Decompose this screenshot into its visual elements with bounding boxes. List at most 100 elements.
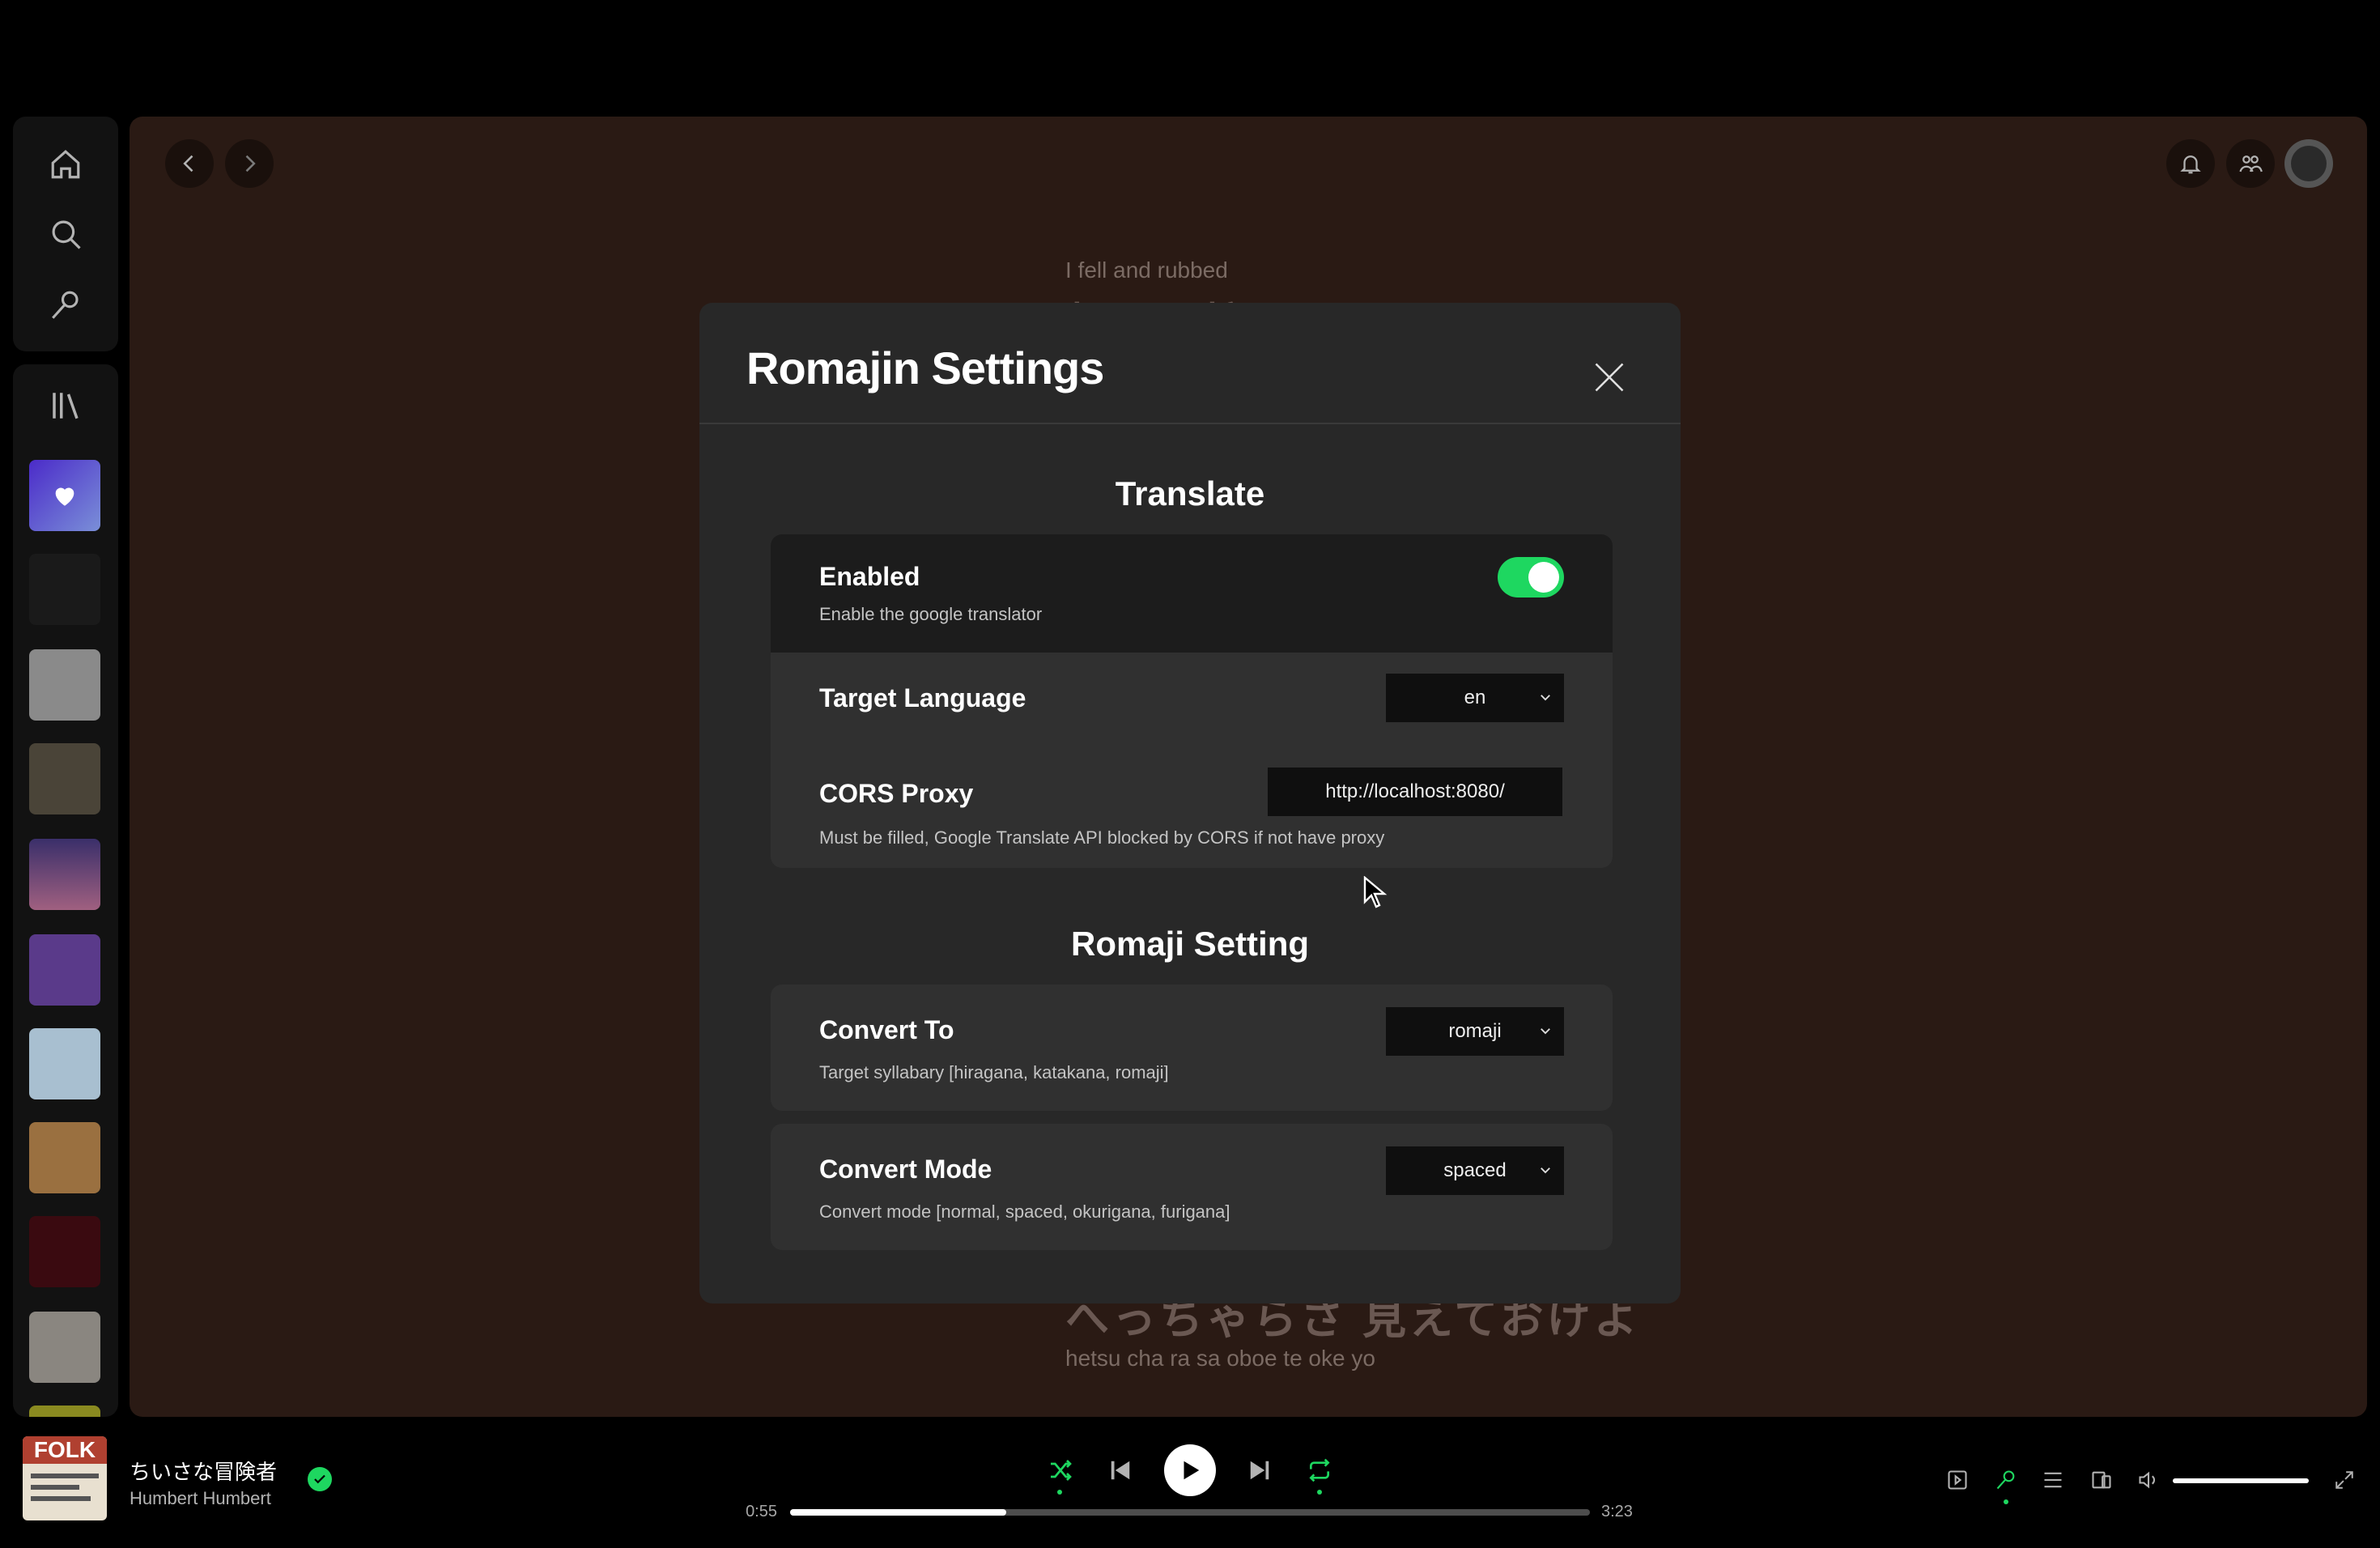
target-language-value: en xyxy=(1464,687,1486,708)
microphone-icon xyxy=(1996,1470,2015,1490)
volume-icon xyxy=(2139,1471,2156,1489)
playlist-item[interactable] xyxy=(29,554,100,625)
volume-slider[interactable] xyxy=(2173,1478,2309,1483)
playlist-item[interactable] xyxy=(29,1312,100,1383)
saved-check-icon[interactable] xyxy=(308,1467,332,1491)
mouse-cursor-icon xyxy=(1363,876,1388,908)
playlist-item[interactable] xyxy=(29,1028,100,1099)
chevron-down-icon xyxy=(1541,695,1550,701)
liked-songs-playlist[interactable] xyxy=(29,460,100,531)
now-playing-bar: FOLK ちいさな冒険者 Humbert Humbert 0:55 3:23 xyxy=(0,1425,2380,1548)
search-icon[interactable] xyxy=(45,214,86,254)
playlist-item[interactable] xyxy=(29,743,100,814)
album-art-line xyxy=(31,1474,99,1478)
lyrics-active-dot xyxy=(2004,1499,2008,1504)
playlist-item[interactable] xyxy=(29,1406,100,1417)
bell-icon xyxy=(2180,155,2201,174)
progress-bar[interactable] xyxy=(790,1509,1590,1516)
heart-icon xyxy=(55,487,74,506)
queue-icon xyxy=(2044,1472,2062,1488)
queue-button[interactable] xyxy=(2038,1465,2068,1495)
back-button[interactable] xyxy=(165,139,214,188)
translate-card: Enabled Enable the google translator Tar… xyxy=(771,534,1613,868)
friend-activity-button[interactable] xyxy=(2226,139,2275,188)
dialog-header: Romajin Settings xyxy=(699,303,1681,424)
chevron-left-icon xyxy=(183,155,193,172)
repeat-icon xyxy=(1309,1458,1330,1482)
convert-to-select[interactable]: romaji xyxy=(1386,1007,1564,1056)
album-art-line xyxy=(31,1485,79,1490)
convert-mode-select[interactable]: spaced xyxy=(1386,1146,1564,1195)
enabled-label: Enabled xyxy=(819,562,920,591)
track-title[interactable]: ちいさな冒険者 xyxy=(130,1456,277,1486)
lyric-romaji-bottom: hetsu cha ra sa oboe te oke yo xyxy=(1065,1346,1375,1371)
settings-dialog: Romajin Settings Translate Enabled Enabl… xyxy=(699,303,1681,1303)
friends-icon xyxy=(2239,155,2263,172)
album-art[interactable]: FOLK xyxy=(23,1436,107,1520)
play-icon xyxy=(1184,1461,1200,1480)
notifications-button[interactable] xyxy=(2166,139,2215,188)
library-sidebar xyxy=(13,364,118,1417)
elapsed-time: 0:55 xyxy=(746,1503,777,1520)
volume-fill xyxy=(2173,1478,2309,1483)
chevron-down-icon xyxy=(1541,1028,1550,1035)
dialog-title: Romajin Settings xyxy=(746,342,1104,393)
translate-heading: Translate xyxy=(1115,474,1265,512)
shuffle-button[interactable] xyxy=(1044,1454,1077,1486)
chevron-right-icon xyxy=(245,155,256,172)
play-button[interactable] xyxy=(1164,1444,1216,1496)
convert-to-value: romaji xyxy=(1448,1020,1502,1042)
cors-proxy-label: CORS Proxy xyxy=(819,779,974,808)
enabled-row: Enabled Enable the google translator xyxy=(771,534,1613,653)
repeat-active-dot xyxy=(1317,1490,1322,1495)
convert-to-description: Target syllabary [hiragana, katakana, ro… xyxy=(819,1062,1169,1082)
playlist-item[interactable] xyxy=(29,839,100,910)
sidebar-nav xyxy=(13,117,118,351)
expand-icon xyxy=(2335,1471,2353,1489)
album-art-line xyxy=(31,1496,91,1501)
playlist-item[interactable] xyxy=(29,934,100,1006)
skip-back-icon xyxy=(1111,1461,1130,1480)
convert-mode-value: spaced xyxy=(1443,1159,1507,1181)
previous-button[interactable] xyxy=(1104,1454,1137,1486)
enabled-toggle[interactable] xyxy=(1498,557,1564,598)
repeat-button[interactable] xyxy=(1303,1454,1336,1486)
avatar-image xyxy=(2291,146,2327,181)
duration-time: 3:23 xyxy=(1601,1503,1633,1520)
convert-mode-label: Convert Mode xyxy=(819,1155,992,1184)
lyrics-button[interactable] xyxy=(1991,1465,2021,1495)
skip-forward-icon xyxy=(1250,1461,1269,1480)
close-icon xyxy=(1595,363,1624,392)
connect-device-button[interactable] xyxy=(2087,1465,2116,1495)
next-button[interactable] xyxy=(1243,1454,1276,1486)
target-language-select[interactable]: en xyxy=(1386,674,1564,722)
playlist-item[interactable] xyxy=(29,1216,100,1287)
track-artist[interactable]: Humbert Humbert xyxy=(130,1488,271,1509)
home-icon[interactable] xyxy=(45,144,86,185)
avatar[interactable] xyxy=(2284,139,2333,188)
playlist-item[interactable] xyxy=(29,1122,100,1193)
convert-to-card: Convert To romaji Target syllabary [hira… xyxy=(771,985,1613,1111)
forward-button[interactable] xyxy=(225,139,274,188)
cors-proxy-input[interactable]: http://localhost:8080/ xyxy=(1268,768,1562,816)
fullscreen-button[interactable] xyxy=(2330,1465,2359,1495)
shuffle-icon xyxy=(1051,1460,1072,1481)
target-language-label: Target Language xyxy=(819,683,1026,712)
toggle-knob xyxy=(1528,562,1559,593)
lyric-translation-top: I fell and rubbed xyxy=(1065,257,1228,283)
cors-proxy-description: Must be filled, Google Translate API blo… xyxy=(819,827,1385,848)
microphone-icon[interactable] xyxy=(45,285,86,325)
playlist-item[interactable] xyxy=(29,649,100,721)
now-playing-view-button[interactable] xyxy=(1943,1465,1972,1495)
check-icon xyxy=(314,1474,325,1484)
close-button[interactable] xyxy=(1592,359,1627,395)
chevron-down-icon xyxy=(1541,1167,1550,1174)
library-icon[interactable] xyxy=(45,385,86,426)
convert-mode-card: Convert Mode spaced Convert mode [normal… xyxy=(771,1124,1613,1250)
mute-button[interactable] xyxy=(2134,1465,2163,1495)
romaji-heading: Romaji Setting xyxy=(1070,925,1310,963)
device-icon xyxy=(2092,1471,2111,1489)
album-art-text: FOLK xyxy=(23,1436,107,1464)
enabled-description: Enable the google translator xyxy=(819,604,1043,624)
now-playing-view-icon xyxy=(1948,1470,1967,1490)
